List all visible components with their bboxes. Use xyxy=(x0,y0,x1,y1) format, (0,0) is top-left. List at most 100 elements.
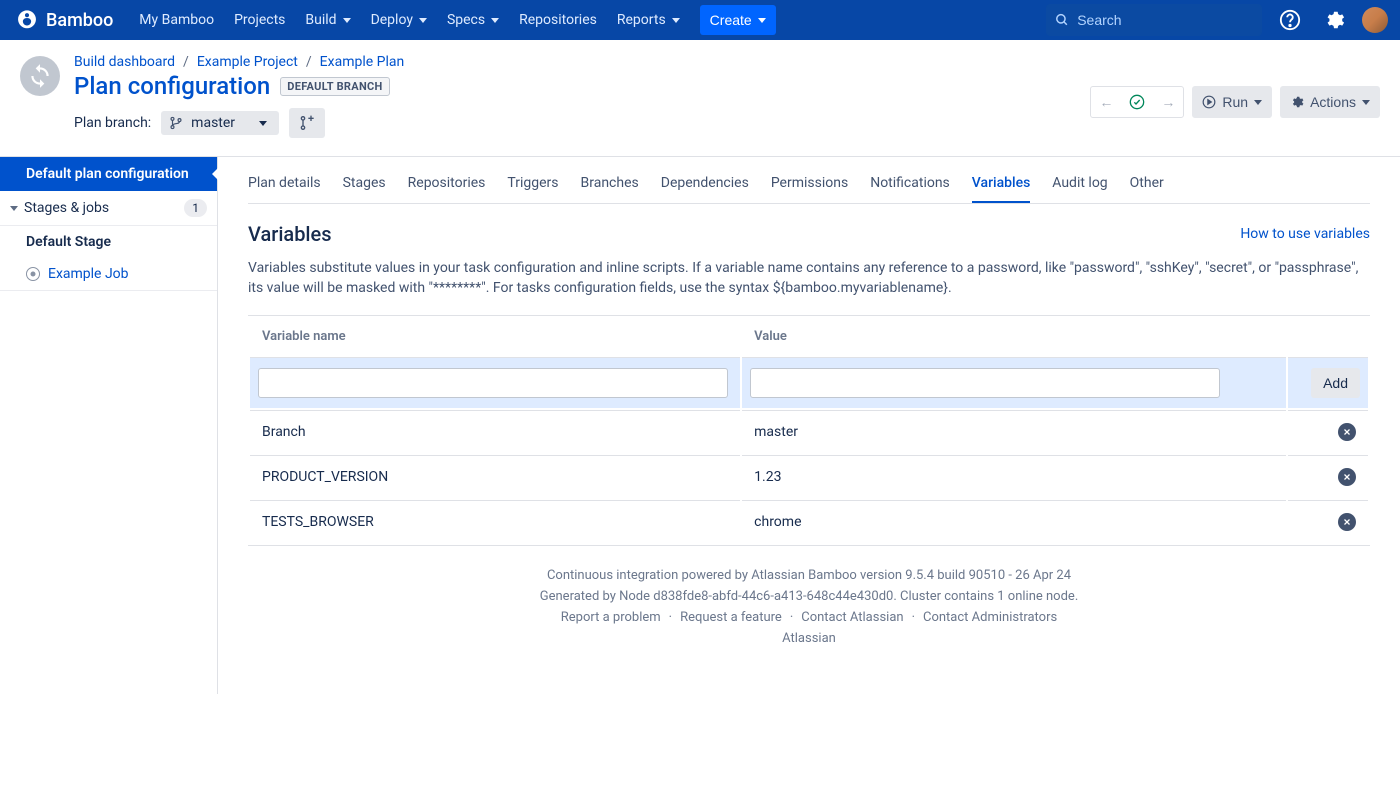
nav-next[interactable]: → xyxy=(1153,94,1183,111)
tab-variables[interactable]: Variables xyxy=(972,163,1030,203)
add-branch-button[interactable] xyxy=(289,108,325,138)
page-title-link[interactable]: Plan configuration xyxy=(74,72,270,100)
play-icon xyxy=(1202,95,1216,109)
page-footer: Continuous integration powered by Atlass… xyxy=(248,546,1370,674)
create-label: Create xyxy=(710,12,752,28)
nav-prev[interactable]: ← xyxy=(1091,94,1121,111)
close-icon xyxy=(1342,472,1352,482)
branch-plus-icon xyxy=(299,115,315,131)
section-description: Variables substitute values in your task… xyxy=(248,258,1370,299)
job-icon xyxy=(26,267,40,281)
breadcrumb-plan[interactable]: Example Plan xyxy=(320,54,405,70)
footer-link[interactable]: Contact Atlassian xyxy=(801,610,903,625)
sidebar-stage-name: Default Stage xyxy=(0,226,217,258)
nav-repositories[interactable]: Repositories xyxy=(509,0,607,40)
nav-label: Repositories xyxy=(519,12,597,28)
gear-icon xyxy=(1323,9,1345,31)
plan-icon xyxy=(20,56,60,96)
stages-count-badge: 1 xyxy=(184,199,207,217)
variable-row: TESTS_BROWSERchrome xyxy=(250,500,1368,543)
tab-audit-log[interactable]: Audit log xyxy=(1052,163,1107,203)
tab-repositories[interactable]: Repositories xyxy=(408,163,486,203)
chevron-down-icon xyxy=(491,18,499,23)
chevron-down-icon xyxy=(259,121,267,126)
section-title: Variables xyxy=(248,222,332,246)
add-variable-button[interactable]: Add xyxy=(1311,368,1360,398)
tab-plan-details[interactable]: Plan details xyxy=(248,163,321,203)
nav-my-bamboo[interactable]: My Bamboo xyxy=(129,0,224,40)
tabs: Plan details Stages Repositories Triggers Br… xyxy=(248,163,1370,204)
close-icon xyxy=(1342,517,1352,527)
chevron-down-icon xyxy=(758,18,766,23)
chevron-down-icon xyxy=(10,206,18,211)
help-button[interactable] xyxy=(1274,4,1306,36)
sidebar-job-link[interactable]: Example Job xyxy=(0,258,217,291)
delete-variable-button[interactable] xyxy=(1338,423,1356,441)
col-variable-name: Variable name xyxy=(250,318,740,355)
footer-link[interactable]: Request a feature xyxy=(680,610,782,625)
search-box[interactable] xyxy=(1046,4,1262,36)
search-input[interactable] xyxy=(1077,12,1253,28)
logo-text: Bamboo xyxy=(46,10,113,31)
tab-notifications[interactable]: Notifications xyxy=(870,163,950,203)
variable-value[interactable]: chrome xyxy=(742,500,1286,543)
nav-projects[interactable]: Projects xyxy=(224,0,295,40)
variable-name[interactable]: Branch xyxy=(250,410,740,453)
breadcrumb-project[interactable]: Example Project xyxy=(197,54,298,70)
tab-dependencies[interactable]: Dependencies xyxy=(661,163,749,203)
branch-selector[interactable]: master xyxy=(161,111,279,135)
new-variable-row: Add xyxy=(250,357,1368,408)
branch-name: master xyxy=(191,115,235,131)
nav-label: Specs xyxy=(447,12,485,28)
actions-label: Actions xyxy=(1310,94,1356,110)
variable-name[interactable]: TESTS_BROWSER xyxy=(250,500,740,543)
tab-permissions[interactable]: Permissions xyxy=(771,163,848,203)
footer-link[interactable]: Report a problem xyxy=(561,610,661,625)
variable-name[interactable]: PRODUCT_VERSION xyxy=(250,455,740,498)
gear-icon xyxy=(1290,95,1304,109)
nav-build[interactable]: Build xyxy=(295,0,360,40)
footer-line2: Generated by Node d838fde8-abfd-44c6-a41… xyxy=(258,589,1360,604)
tab-stages[interactable]: Stages xyxy=(343,163,386,203)
chevron-down-icon xyxy=(1362,100,1370,105)
footer-brand[interactable]: Atlassian xyxy=(782,631,836,646)
sidebar-item-stages-jobs[interactable]: Stages & jobs 1 xyxy=(0,191,217,226)
bamboo-logo[interactable]: Bamboo xyxy=(16,9,113,31)
status-ok-icon xyxy=(1121,94,1153,110)
variable-value[interactable]: master xyxy=(742,410,1286,453)
help-link[interactable]: How to use variables xyxy=(1240,226,1370,242)
nav-reports[interactable]: Reports xyxy=(607,0,690,40)
breadcrumb-sep: / xyxy=(183,54,189,70)
actions-button[interactable]: Actions xyxy=(1280,86,1380,118)
sidebar: Default plan configuration Stages & jobs… xyxy=(0,157,218,694)
chevron-down-icon xyxy=(1254,100,1262,105)
col-value: Value xyxy=(742,318,1286,355)
run-button[interactable]: Run xyxy=(1192,86,1272,118)
delete-variable-button[interactable] xyxy=(1338,513,1356,531)
nav-label: Projects xyxy=(234,12,285,28)
default-branch-badge: DEFAULT BRANCH xyxy=(280,77,389,96)
settings-button[interactable] xyxy=(1318,4,1350,36)
breadcrumb: Build dashboard / Example Project / Exam… xyxy=(74,54,1090,70)
help-icon xyxy=(1279,9,1301,31)
nav-label: Reports xyxy=(617,12,666,28)
breadcrumb-sep: / xyxy=(306,54,312,70)
tab-other[interactable]: Other xyxy=(1130,163,1164,203)
new-variable-name-input[interactable] xyxy=(258,368,728,398)
breadcrumb-build-dashboard[interactable]: Build dashboard xyxy=(74,54,175,70)
plan-branch-label: Plan branch: xyxy=(74,115,151,131)
create-button[interactable]: Create xyxy=(700,5,776,35)
tab-triggers[interactable]: Triggers xyxy=(507,163,558,203)
nav-specs[interactable]: Specs xyxy=(437,0,509,40)
variables-table: Variable name Value Add BranchmasterPROD… xyxy=(248,315,1370,546)
delete-variable-button[interactable] xyxy=(1338,468,1356,486)
footer-link[interactable]: Contact Administrators xyxy=(923,610,1057,625)
variable-value[interactable]: 1.23 xyxy=(742,455,1286,498)
status-navigator: ← → xyxy=(1090,86,1184,118)
new-variable-value-input[interactable] xyxy=(750,368,1220,398)
sidebar-item-default-plan-config[interactable]: Default plan configuration xyxy=(0,157,217,191)
close-icon xyxy=(1342,427,1352,437)
user-avatar[interactable] xyxy=(1362,7,1388,33)
tab-branches[interactable]: Branches xyxy=(581,163,639,203)
nav-deploy[interactable]: Deploy xyxy=(361,0,437,40)
